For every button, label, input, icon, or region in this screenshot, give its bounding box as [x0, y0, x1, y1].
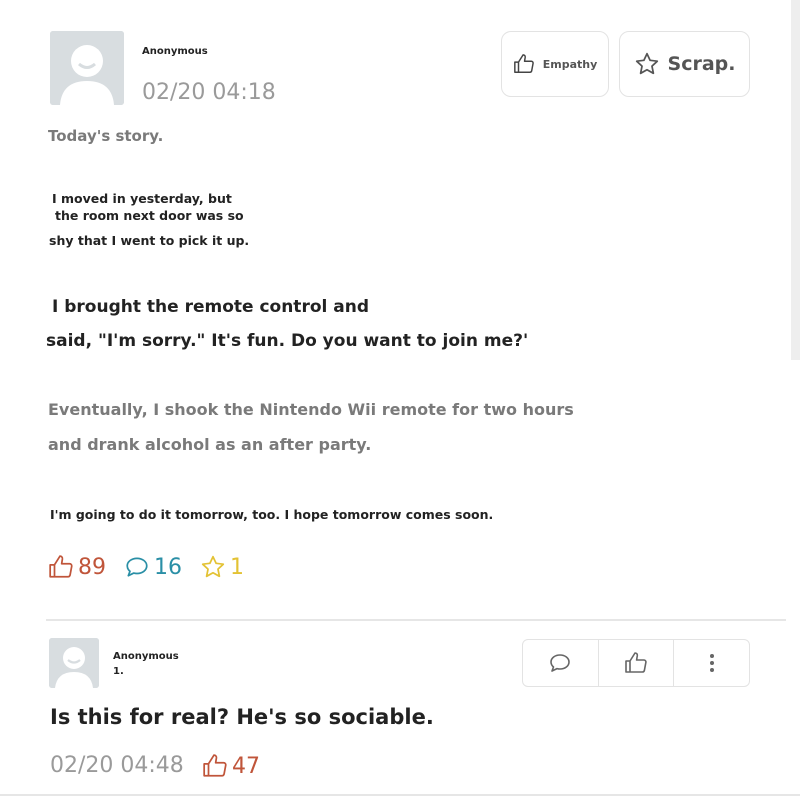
comment-like-button[interactable] [599, 640, 675, 686]
more-vertical-icon [709, 654, 714, 672]
comment-like-stat[interactable]: 47 [202, 753, 260, 779]
comment-actions [522, 639, 750, 687]
reply-button[interactable] [523, 640, 599, 686]
section-divider [46, 619, 786, 621]
paragraph-2-line-1: I brought the remote control and [52, 297, 369, 317]
paragraph-1-line-2: the room next door was so [55, 208, 244, 223]
scrap-count: 1 [230, 554, 244, 580]
paragraph-1-line-3: shy that I went to pick it up. [49, 233, 250, 248]
thumbs-up-icon [49, 555, 73, 578]
star-icon [201, 555, 225, 578]
post-timestamp: 02/20 04:18 [142, 80, 276, 105]
comment-timestamp: 02/20 04:48 [50, 753, 184, 778]
paragraph-3-line-1: Eventually, I shook the Nintendo Wii rem… [48, 400, 574, 419]
post-title: Today's story. [48, 127, 164, 145]
comment-count-stat[interactable]: 16 [124, 554, 182, 580]
thumbs-up-icon [625, 652, 647, 673]
author-avatar [50, 31, 124, 105]
comment-avatar [49, 638, 99, 688]
thumbs-up-icon [203, 754, 227, 777]
avatar-icon [49, 638, 99, 688]
comment-index: 1. [113, 666, 124, 677]
paragraph-1-line-1: I moved in yesterday, but [52, 191, 232, 206]
bottom-divider [0, 794, 800, 796]
like-count-stat[interactable]: 89 [48, 554, 106, 580]
empathy-button[interactable]: Empathy [501, 31, 609, 97]
avatar-icon [50, 31, 124, 105]
empathy-label: Empathy [542, 57, 598, 71]
comment-like-count: 47 [232, 753, 260, 779]
scrap-label: Scrap. [667, 53, 736, 75]
comment-text: Is this for real? He's so sociable. [50, 705, 434, 729]
post-stats: 89 16 1 [48, 554, 244, 580]
more-options-button[interactable] [674, 640, 749, 686]
paragraph-2-line-2: said, "I'm sorry." It's fun. Do you want… [46, 331, 529, 351]
speech-bubble-icon [550, 654, 571, 672]
scrollbar-track[interactable] [791, 0, 800, 360]
scrap-count-stat[interactable]: 1 [200, 554, 244, 580]
star-icon [635, 52, 658, 75]
post-author: Anonymous [142, 46, 208, 57]
thumbs-up-icon [513, 54, 534, 73]
speech-bubble-icon [126, 557, 148, 577]
scrap-button[interactable]: Scrap. [619, 31, 750, 97]
like-count: 89 [78, 554, 106, 580]
comment-count: 16 [154, 554, 182, 580]
paragraph-3-line-2: and drank alcohol as an after party. [48, 435, 372, 454]
comment-author: Anonymous [113, 651, 179, 662]
paragraph-4-line-1: I'm going to do it tomorrow, too. I hope… [50, 507, 494, 522]
